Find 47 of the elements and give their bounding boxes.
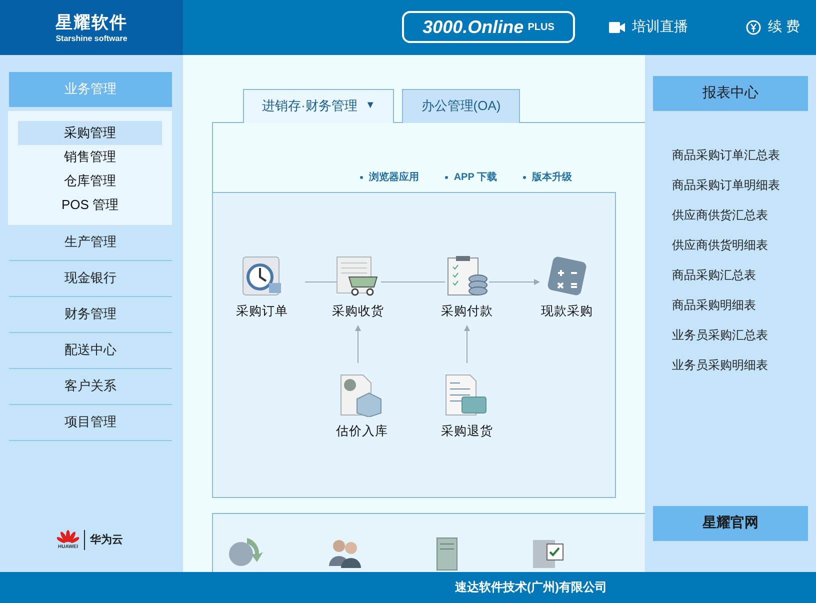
sidebar-item[interactable]: 现金银行 (9, 260, 172, 296)
connector-arrow (464, 324, 470, 363)
connector-line (304, 281, 338, 282)
sidebar-item[interactable]: 财务管理 (9, 296, 172, 332)
tab[interactable]: 进销存·财务管理 ▼ (243, 88, 394, 122)
partner-name: 华为云 (90, 532, 123, 547)
header-link[interactable]: 续 费 (746, 18, 800, 36)
report-link[interactable]: 供应商供货汇总表 (672, 200, 808, 230)
website-button[interactable]: 星耀官网 (653, 506, 808, 540)
product-badge: 3000.Online PLUS (402, 11, 575, 44)
yen-circle-icon (746, 20, 761, 35)
quick-link[interactable]: APP 下载 (444, 170, 497, 184)
flow-node-label[interactable]: 现款采购 (541, 302, 593, 320)
report-link[interactable]: 业务员采购汇总表 (672, 320, 808, 350)
video-camera-icon (609, 22, 625, 33)
report-link[interactable]: 供应商供货明细表 (672, 230, 808, 260)
connector-arrow (355, 324, 361, 363)
report-link[interactable]: 商品采购订单明细表 (672, 170, 808, 200)
tab[interactable]: 办公管理(OA) (402, 88, 520, 122)
flow-node-label[interactable]: 采购收货 (332, 302, 384, 320)
petal-logo-icon (57, 530, 79, 544)
quick-link[interactable]: 浏览器应用 (360, 170, 419, 184)
sidebar-item[interactable]: 配送中心 (9, 332, 172, 368)
submenu-item[interactable]: 销售管理 (18, 144, 162, 168)
report-link[interactable]: 商品采购明细表 (672, 290, 808, 320)
connector-line (380, 281, 446, 282)
sidebar-item[interactable]: 客户关系 (9, 368, 172, 404)
company-name: 速达软件技术(广州)有限公司 (455, 578, 607, 596)
report-link[interactable]: 商品采购订单汇总表 (672, 140, 808, 170)
sidebar-item[interactable]: 生产管理 (9, 224, 172, 260)
flow-node-label[interactable]: 采购订单 (236, 302, 288, 320)
connector-arrow (488, 278, 540, 284)
clipboard-coins-icon (446, 254, 488, 296)
flow-node-label[interactable]: 采购退货 (441, 422, 493, 440)
flow-node-label[interactable]: 采购付款 (441, 302, 493, 320)
clock-document-icon (241, 254, 283, 296)
report-center-header: 报表中心 (653, 76, 808, 110)
report-link[interactable]: 业务员采购明细表 (672, 350, 808, 380)
submenu-item[interactable]: POS 管理 (18, 192, 162, 216)
header-link[interactable]: 培训直播 (609, 18, 688, 36)
report-link[interactable]: 商品采购汇总表 (672, 260, 808, 290)
sidebar-item[interactable]: 项目管理 (9, 404, 172, 440)
submenu-item[interactable]: 仓库管理 (18, 168, 162, 192)
quick-link[interactable]: 版本升级 (523, 170, 572, 184)
flow-node-label[interactable]: 估价入库 (336, 422, 388, 440)
brand-logo: 星耀软件 Starshine software (0, 0, 183, 54)
submenu-item[interactable]: 采购管理 (18, 120, 162, 144)
